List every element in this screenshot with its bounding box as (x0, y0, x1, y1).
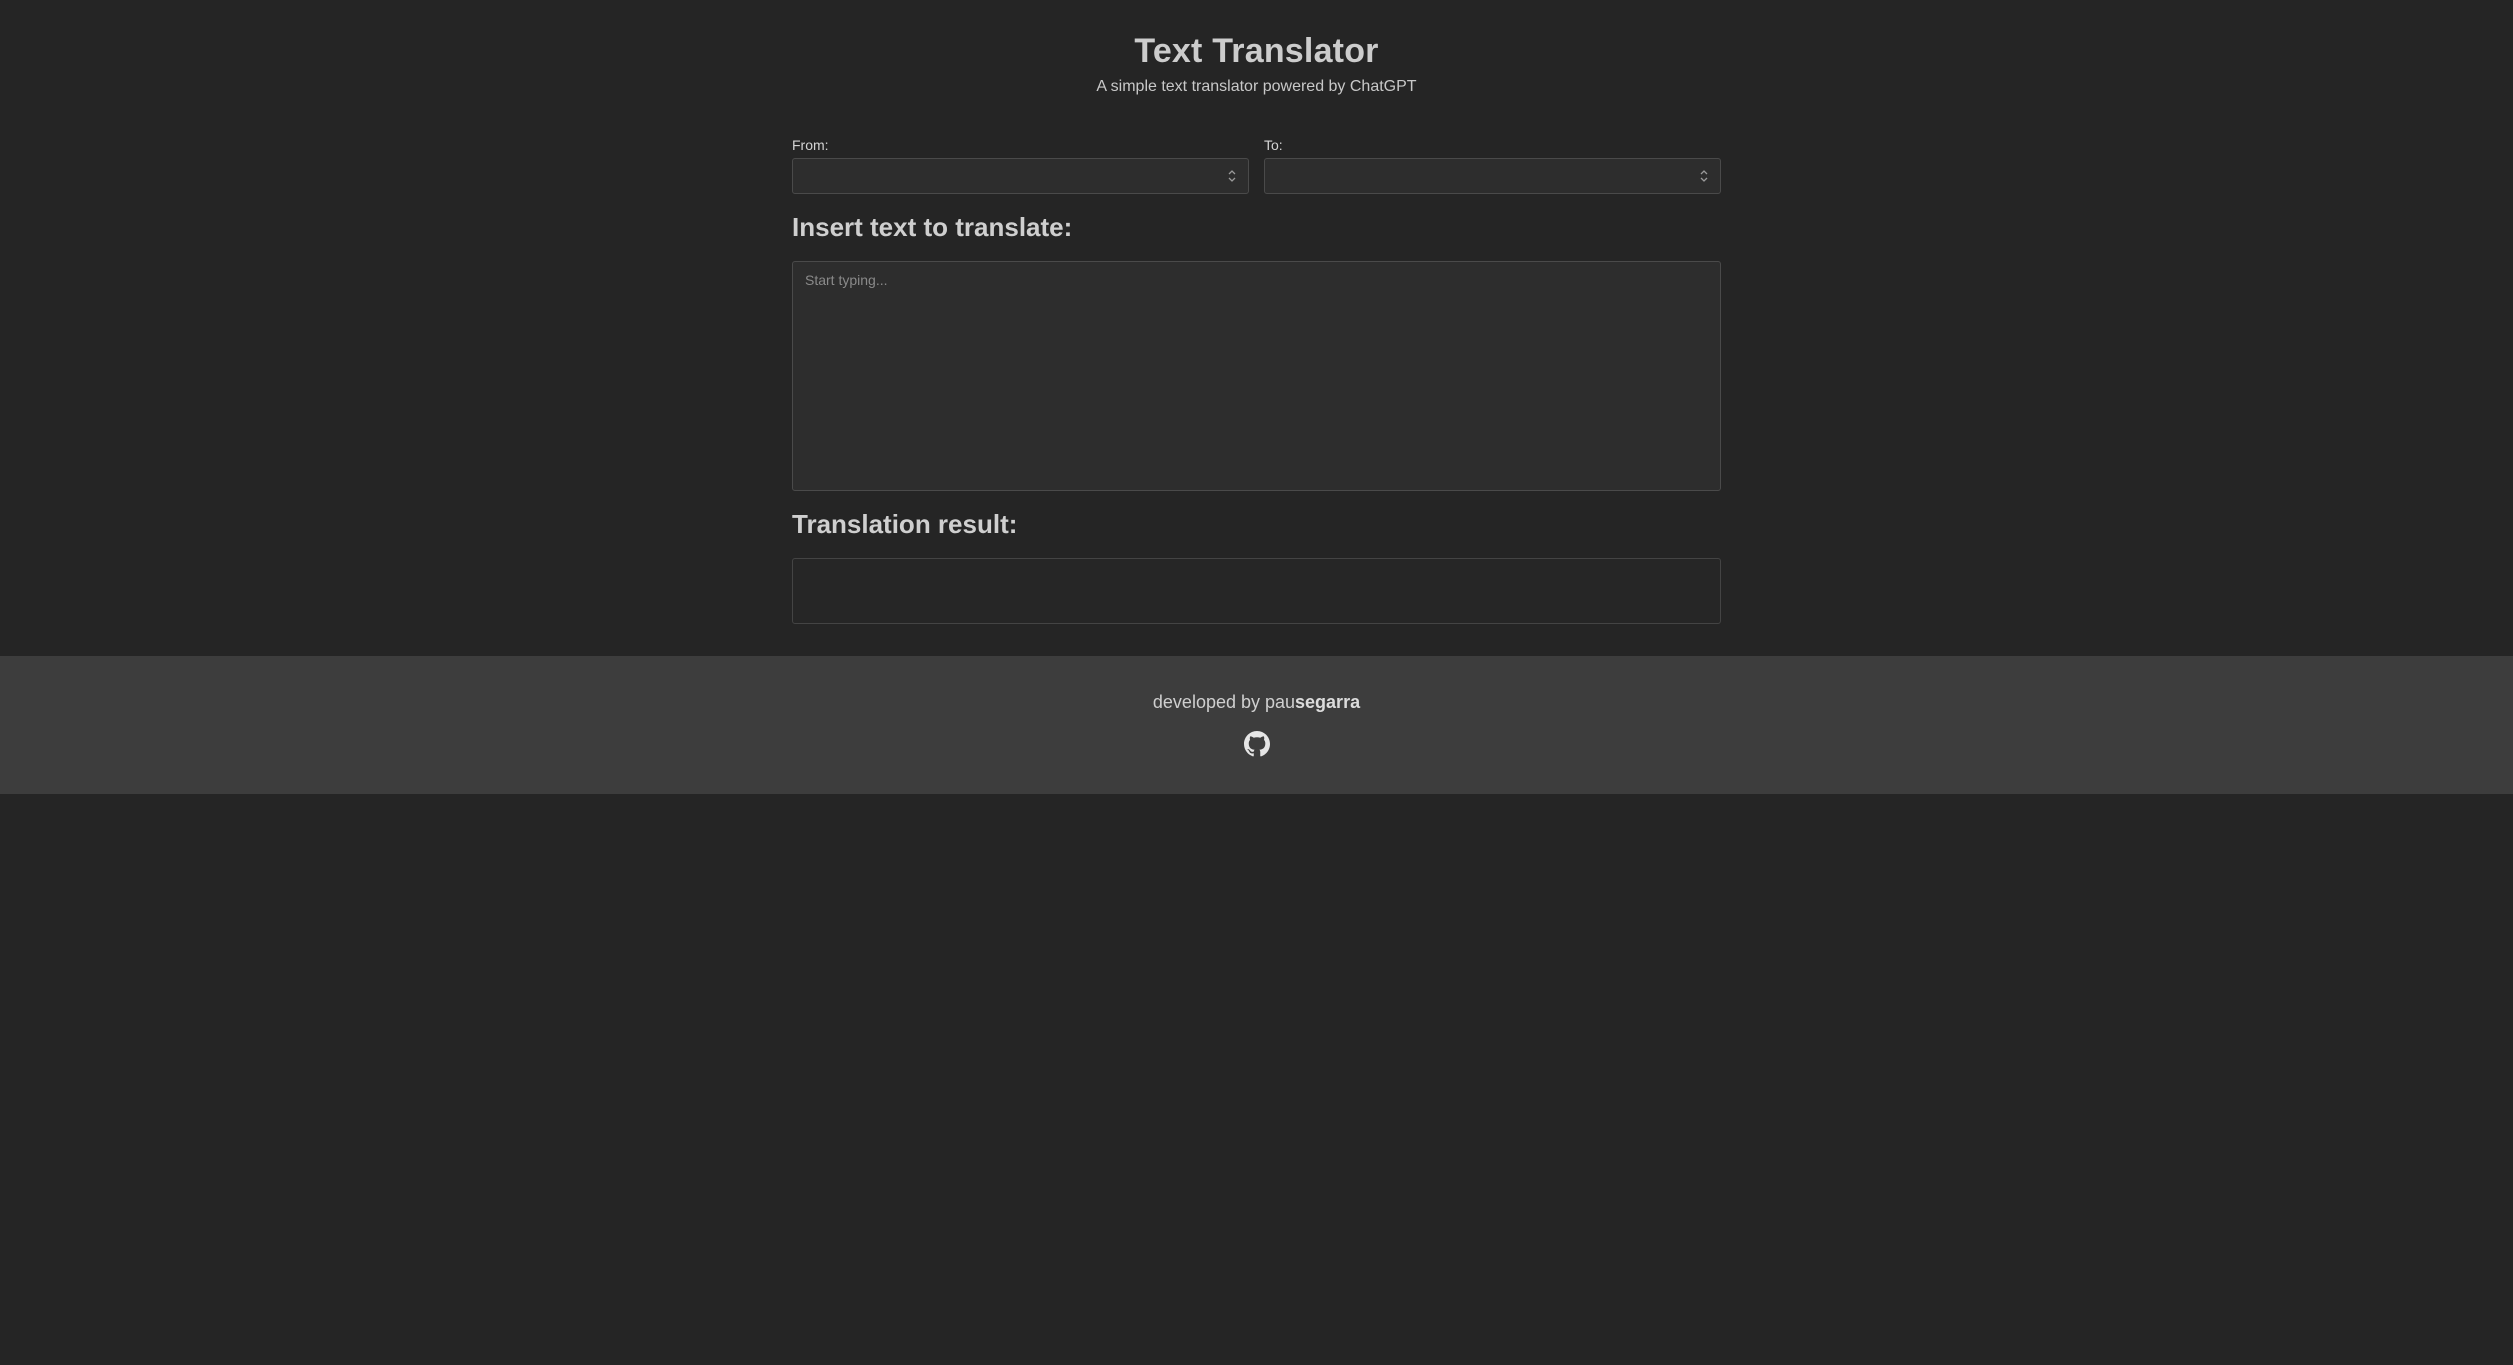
to-label: To: (1264, 137, 1283, 153)
from-language-select[interactable] (792, 158, 1249, 194)
input-heading: Insert text to translate: (792, 212, 1073, 242)
result-heading: Translation result: (792, 509, 1018, 539)
page-title: Text Translator (1134, 32, 1379, 70)
credit-name: segarra (1295, 692, 1361, 712)
select-arrows-icon (1700, 170, 1708, 182)
from-label: From: (792, 137, 829, 153)
source-text-input[interactable] (792, 261, 1721, 491)
page-subtitle: A simple text translator powered by Chat… (1096, 78, 1417, 95)
github-link[interactable] (1244, 731, 1270, 757)
footer-credit: developed by pausegarra (0, 692, 2513, 713)
select-arrows-icon (1228, 170, 1236, 182)
credit-prefix: developed by pau (1152, 692, 1296, 712)
footer: developed by pausegarra (0, 656, 2513, 794)
to-language-select[interactable] (1264, 158, 1721, 194)
translation-result (792, 558, 1721, 624)
github-icon (1244, 731, 1270, 757)
app-root: Text Translator A simple text translator… (0, 0, 2513, 1365)
